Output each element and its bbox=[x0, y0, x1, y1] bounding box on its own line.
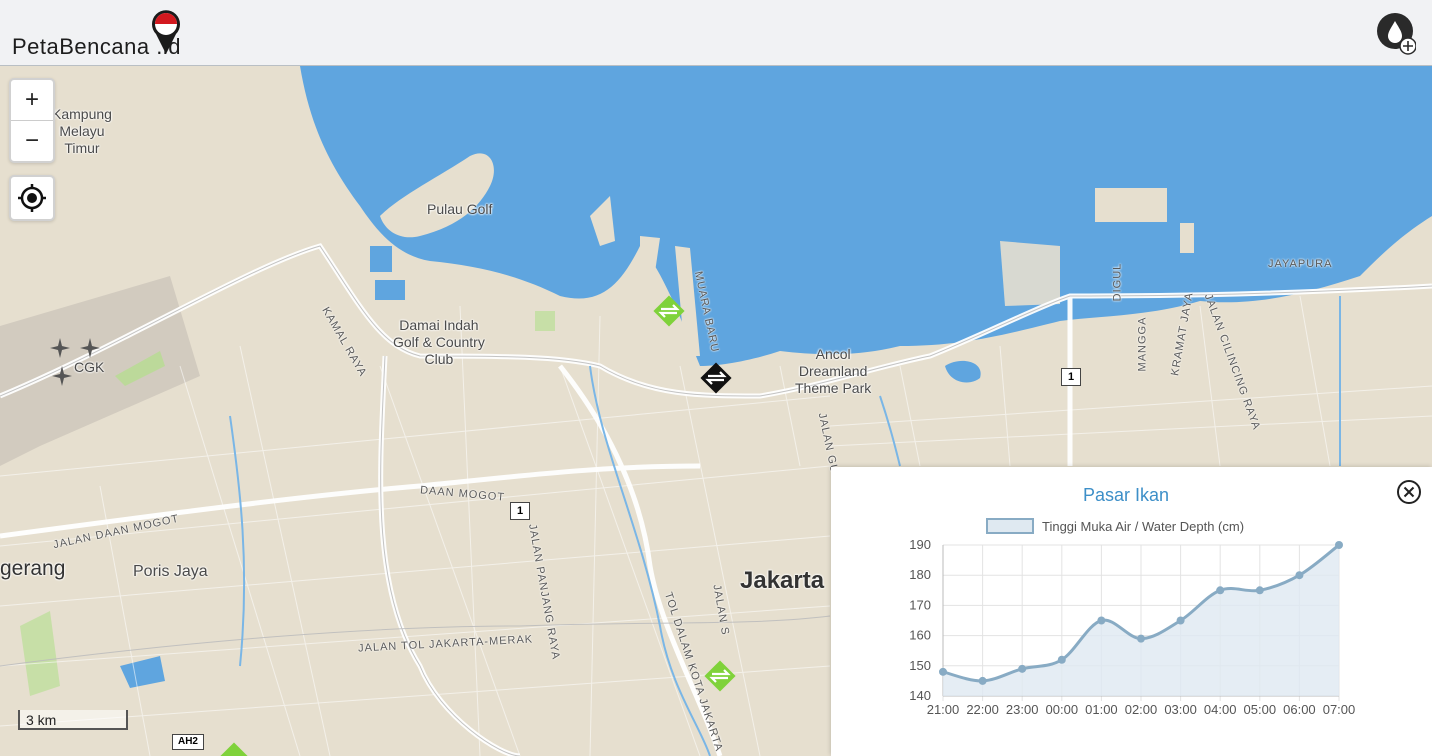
x-tick-label: 07:00 bbox=[1323, 702, 1356, 717]
zoom-out-button[interactable]: − bbox=[11, 121, 53, 161]
data-point bbox=[1018, 664, 1027, 673]
flood-gauge-marker[interactable] bbox=[653, 295, 685, 327]
locate-icon bbox=[18, 184, 46, 212]
x-tick-label: 03:00 bbox=[1164, 702, 1197, 717]
x-tick-label: 04:00 bbox=[1204, 702, 1237, 717]
y-tick-label: 180 bbox=[909, 567, 931, 582]
logo-pin-icon bbox=[152, 10, 180, 54]
y-tick-label: 190 bbox=[909, 537, 931, 552]
map-scale: 3 km bbox=[18, 710, 128, 730]
locate-button[interactable] bbox=[9, 175, 55, 221]
data-point bbox=[1216, 586, 1225, 595]
data-point bbox=[1097, 616, 1106, 625]
label-poris-jaya: Poris Jaya bbox=[133, 563, 208, 580]
data-point bbox=[1255, 586, 1264, 595]
zoom-in-button[interactable]: + bbox=[11, 80, 53, 121]
data-point bbox=[1295, 571, 1304, 580]
label-cgk: CGK bbox=[74, 359, 105, 375]
flood-gauge-marker[interactable] bbox=[704, 660, 736, 692]
label-mangga: MANGGA bbox=[1136, 316, 1149, 372]
y-tick-label: 170 bbox=[909, 597, 931, 612]
x-tick-label: 23:00 bbox=[1006, 702, 1039, 717]
x-tick-label: 21:00 bbox=[927, 702, 960, 717]
label-ancol: Ancol Dreamland Theme Park bbox=[795, 346, 872, 396]
add-report-button[interactable] bbox=[1376, 12, 1416, 56]
data-point bbox=[1176, 616, 1185, 625]
data-point bbox=[1057, 655, 1066, 664]
label-jakarta: Jakarta bbox=[740, 567, 825, 594]
flood-gauge-marker[interactable] bbox=[218, 742, 250, 756]
data-point bbox=[939, 667, 947, 676]
x-tick-label: 02:00 bbox=[1125, 702, 1158, 717]
label-tangerang: gerang bbox=[0, 557, 66, 580]
data-point bbox=[1335, 541, 1343, 549]
data-point bbox=[1137, 634, 1145, 643]
data-point bbox=[978, 676, 987, 685]
route-shield: 1 bbox=[510, 502, 530, 520]
y-tick-label: 140 bbox=[909, 688, 931, 703]
x-tick-label: 00:00 bbox=[1046, 702, 1079, 717]
label-kampung: Kampung Melayu Timur bbox=[52, 106, 112, 156]
flood-gauge-marker-selected[interactable] bbox=[700, 362, 732, 394]
label-jayapura: JAYAPURA bbox=[1268, 258, 1333, 270]
x-tick-label: 22:00 bbox=[966, 702, 999, 717]
x-tick-label: 06:00 bbox=[1283, 702, 1316, 717]
label-digul: DIGUL bbox=[1111, 262, 1124, 302]
x-tick-label: 01:00 bbox=[1085, 702, 1118, 717]
label-pulau-golf: Pulau Golf bbox=[427, 201, 493, 217]
route-shield: AH2 bbox=[172, 734, 204, 750]
water-depth-chart: 190 180 170 160 150 14021:00 22:00 23:00 00:00 01… bbox=[909, 537, 1356, 717]
app-header: PetaBencana .id bbox=[0, 0, 1432, 66]
y-tick-label: 150 bbox=[909, 658, 931, 673]
y-tick-label: 160 bbox=[909, 628, 931, 643]
zoom-control: + − bbox=[9, 78, 55, 163]
gauge-popup: Pasar Ikan Tinggi Muka Air / Water Depth… bbox=[831, 467, 1432, 756]
x-tick-label: 05:00 bbox=[1244, 702, 1277, 717]
route-shield: 1 bbox=[1061, 368, 1081, 386]
label-damai-indah: Damai Indah Golf & Country Club bbox=[393, 317, 485, 367]
